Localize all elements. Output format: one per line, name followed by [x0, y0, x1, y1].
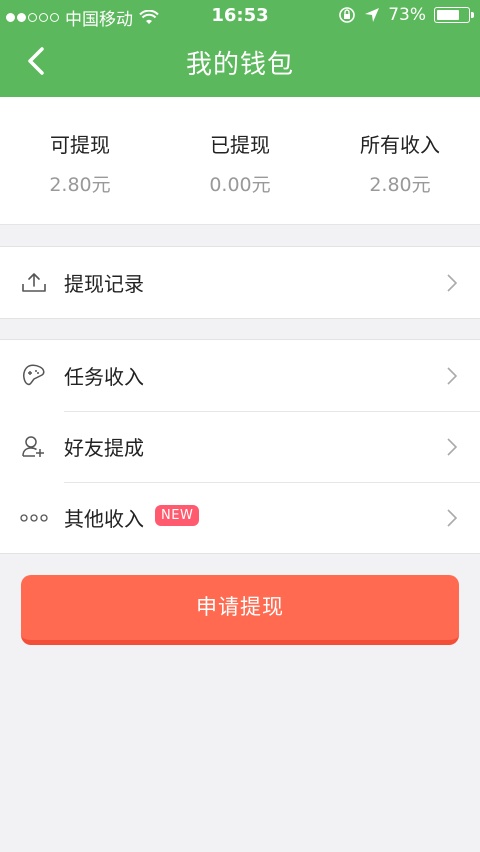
other-income-label: 其他收入: [64, 507, 144, 531]
apply-withdraw-button[interactable]: 申请提现: [21, 575, 459, 645]
chevron-right-icon: [447, 273, 458, 292]
records-group: 提现记录: [0, 246, 480, 319]
balance-summary: 可提现 2.80元 已提现 0.00元 所有收入 2.80元: [0, 97, 480, 225]
new-badge: NEW: [155, 505, 200, 526]
friend-commission-item[interactable]: 好友提成: [0, 411, 480, 482]
balance-withdrawn: 已提现 0.00元: [160, 129, 320, 197]
balance-value: 2.80元: [369, 174, 431, 196]
page-title: 我的钱包: [185, 50, 294, 80]
friend-commission-label: 好友提成: [64, 436, 144, 460]
add-user-icon: [20, 433, 48, 461]
income-group: 任务收入 好友提成 其他收入 NEW: [0, 339, 480, 554]
rotation-lock-icon: [339, 7, 356, 23]
withdraw-records-label: 提现记录: [64, 272, 144, 296]
battery-icon: [434, 7, 474, 23]
navigation-bar: 我的钱包: [0, 32, 480, 94]
gamepad-icon: [20, 362, 48, 390]
battery-percent: 73%: [388, 5, 426, 25]
balance-label: 可提现: [50, 133, 110, 157]
chevron-right-icon: [447, 366, 458, 385]
withdraw-records-item[interactable]: 提现记录: [0, 247, 480, 318]
balance-value: 0.00元: [209, 174, 271, 196]
balance-withdrawable: 可提现 2.80元: [0, 129, 160, 197]
balance-total-income: 所有收入 2.80元: [320, 129, 480, 197]
task-income-item[interactable]: 任务收入: [0, 340, 480, 411]
other-income-item[interactable]: 其他收入 NEW: [0, 482, 480, 553]
location-arrow-icon: [365, 8, 380, 22]
balance-label: 所有收入: [360, 133, 440, 157]
chevron-right-icon: [447, 508, 458, 527]
status-bar: 中国移动 16:53 73%: [0, 0, 480, 32]
balance-label: 已提现: [210, 133, 270, 157]
task-income-label: 任务收入: [64, 365, 144, 389]
more-dots-icon: [20, 504, 48, 532]
status-right: 73%: [338, 5, 474, 25]
balance-value: 2.80元: [49, 174, 111, 196]
chevron-right-icon: [447, 437, 458, 456]
upload-tray-icon: [20, 269, 48, 297]
header-bar: 中国移动 16:53 73% 我的钱包: [0, 0, 480, 97]
